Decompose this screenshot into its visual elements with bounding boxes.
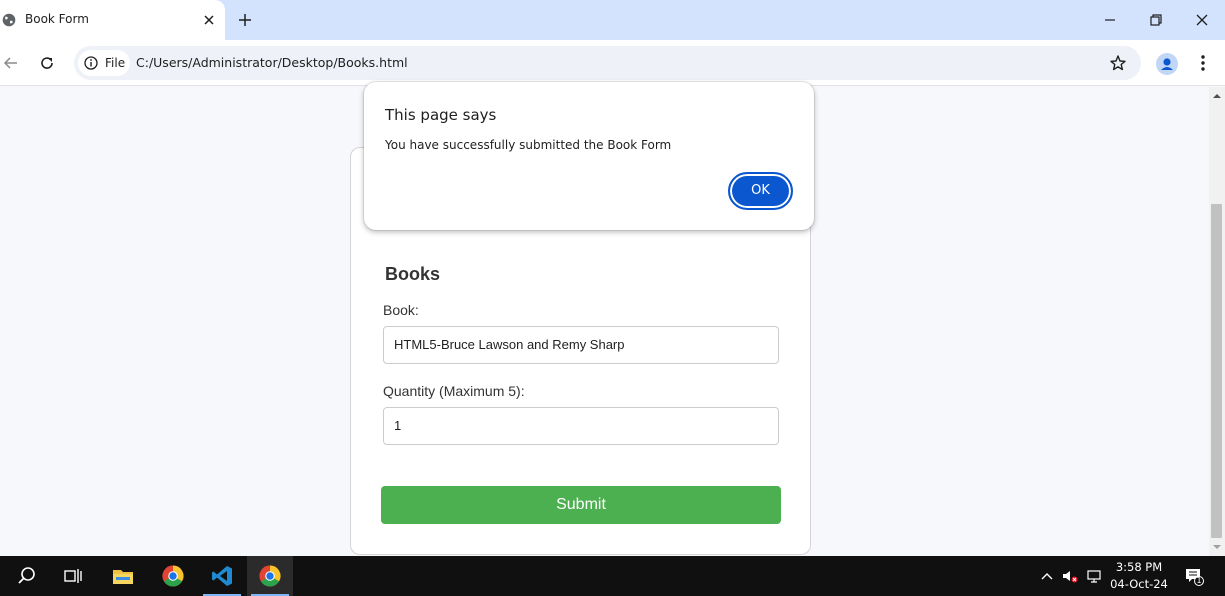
quantity-input[interactable]: 1 — [383, 407, 779, 445]
tab-book-form[interactable]: Book Form — [0, 0, 225, 40]
taskbar-chrome[interactable] — [150, 556, 196, 596]
ok-button[interactable]: OK — [728, 172, 793, 210]
plus-icon[interactable] — [236, 11, 254, 29]
restore-icon[interactable] — [1146, 10, 1166, 30]
book-input[interactable]: HTML5-Bruce Lawson and Remy Sharp — [383, 326, 779, 364]
book-label: Book: — [383, 302, 419, 318]
clock-time: 3:58 PM — [1115, 560, 1163, 574]
taskbar-file-explorer[interactable] — [100, 556, 146, 596]
dialog-message: You have successfully submitted the Book… — [385, 138, 672, 152]
tab-title: Book Form — [25, 12, 89, 26]
chrome-icon — [162, 565, 184, 587]
taskbar-vscode[interactable] — [199, 556, 245, 596]
tab-strip: Book Form — [0, 0, 1225, 40]
globe-icon — [2, 13, 16, 27]
address-bar[interactable]: File C:/Users/Administrator/Desktop/Book… — [74, 46, 1141, 80]
scroll-down-icon[interactable] — [1212, 543, 1222, 551]
chrome-icon — [259, 565, 281, 587]
form-title: Books — [385, 264, 441, 284]
star-icon[interactable] — [1109, 54, 1127, 72]
minimize-icon[interactable] — [1100, 10, 1120, 30]
network-icon[interactable] — [1087, 568, 1103, 584]
system-clock[interactable]: 3:58 PM 04-Oct-24 — [1108, 559, 1170, 593]
back-icon[interactable] — [2, 54, 20, 72]
taskbar-chrome-active[interactable] — [247, 556, 293, 596]
reload-icon[interactable] — [38, 54, 56, 72]
alert-dialog: This page says You have successfully sub… — [364, 82, 814, 230]
url-text[interactable]: C:/Users/Administrator/Desktop/Books.htm… — [136, 55, 408, 70]
notification-center[interactable]: 1 — [1184, 566, 1204, 586]
task-view-button[interactable] — [50, 556, 96, 596]
profile-icon[interactable] — [1156, 53, 1178, 75]
search-icon — [18, 567, 35, 584]
dialog-title: This page says — [385, 106, 497, 124]
submit-button[interactable]: Submit — [381, 486, 781, 524]
search-button[interactable] — [4, 556, 50, 596]
more-icon[interactable] — [1194, 53, 1212, 73]
scroll-up-icon[interactable] — [1212, 92, 1222, 100]
clock-date: 04-Oct-24 — [1110, 577, 1168, 591]
quantity-label: Quantity (Maximum 5): — [383, 383, 525, 399]
site-info-label: File — [105, 56, 126, 70]
taskbar: 3:58 PM 04-Oct-24 1 — [0, 556, 1225, 596]
browser-toolbar: File C:/Users/Administrator/Desktop/Book… — [0, 40, 1225, 86]
site-info-chip[interactable]: File — [78, 50, 130, 76]
info-icon — [84, 56, 98, 70]
chevron-up-icon[interactable] — [1039, 568, 1055, 584]
vertical-scrollbar[interactable] — [1209, 87, 1225, 556]
notification-count: 1 — [1196, 576, 1202, 585]
file-explorer-icon — [113, 570, 133, 584]
close-icon[interactable] — [1192, 10, 1212, 30]
scroll-thumb[interactable] — [1211, 204, 1222, 538]
close-icon[interactable] — [200, 11, 218, 29]
task-view-icon — [64, 569, 82, 583]
vscode-icon — [212, 566, 232, 586]
volume-muted-icon[interactable] — [1062, 568, 1078, 584]
